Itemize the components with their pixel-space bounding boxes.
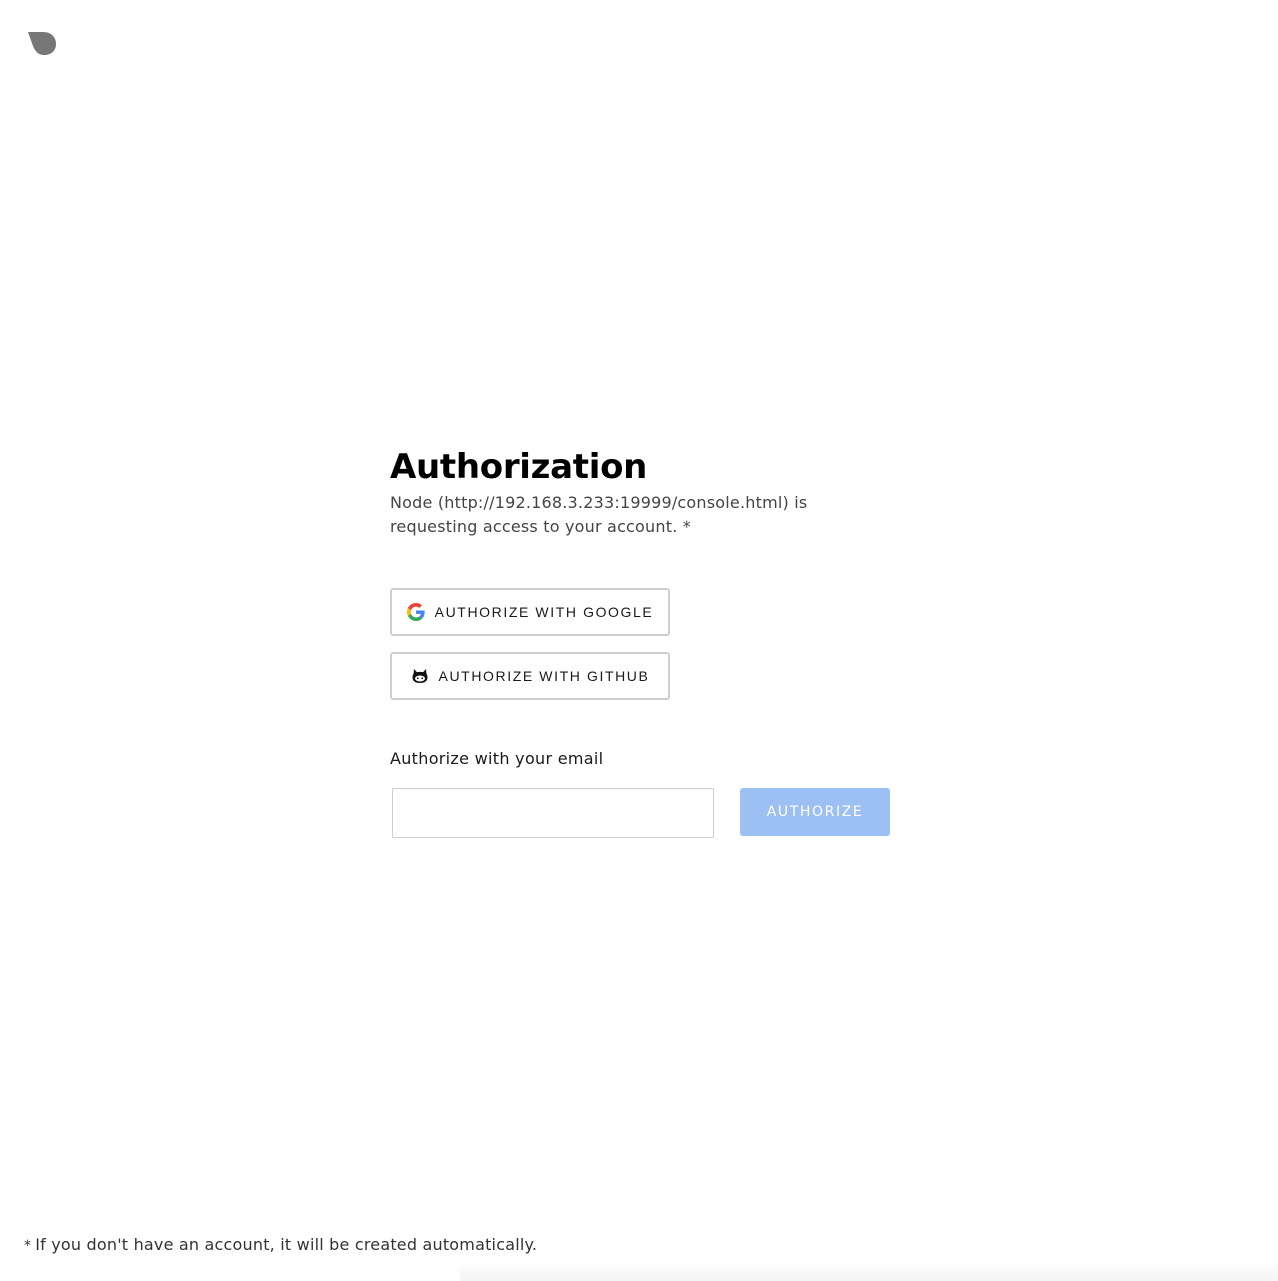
footnote: * If you don't have an account, it will b… bbox=[24, 1235, 537, 1256]
auth-panel: Authorization Node (http://192.168.3.233… bbox=[390, 446, 890, 838]
authorize-github-button[interactable]: AUTHORIZE WITH GITHUB bbox=[390, 652, 670, 700]
google-icon bbox=[406, 603, 425, 621]
github-button-label: AUTHORIZE WITH GITHUB bbox=[438, 668, 650, 684]
email-section-label: Authorize with your email bbox=[390, 749, 604, 768]
github-icon bbox=[411, 667, 429, 685]
google-button-label: AUTHORIZE WITH GOOGLE bbox=[434, 604, 654, 620]
footnote-text: If you don't have an account, it will be… bbox=[35, 1235, 538, 1254]
email-input[interactable] bbox=[392, 788, 714, 838]
leaf-logo-icon bbox=[28, 32, 56, 55]
footnote-marker: * bbox=[24, 1238, 32, 1254]
page-title: Authorization bbox=[390, 447, 648, 487]
authorize-google-button[interactable]: AUTHORIZE WITH GOOGLE bbox=[390, 588, 670, 636]
bottom-shadow bbox=[460, 1262, 1278, 1281]
authorize-email-button[interactable]: AUTHORIZE bbox=[740, 788, 890, 836]
request-description: Node (http://192.168.3.233:19999/console… bbox=[390, 493, 808, 536]
